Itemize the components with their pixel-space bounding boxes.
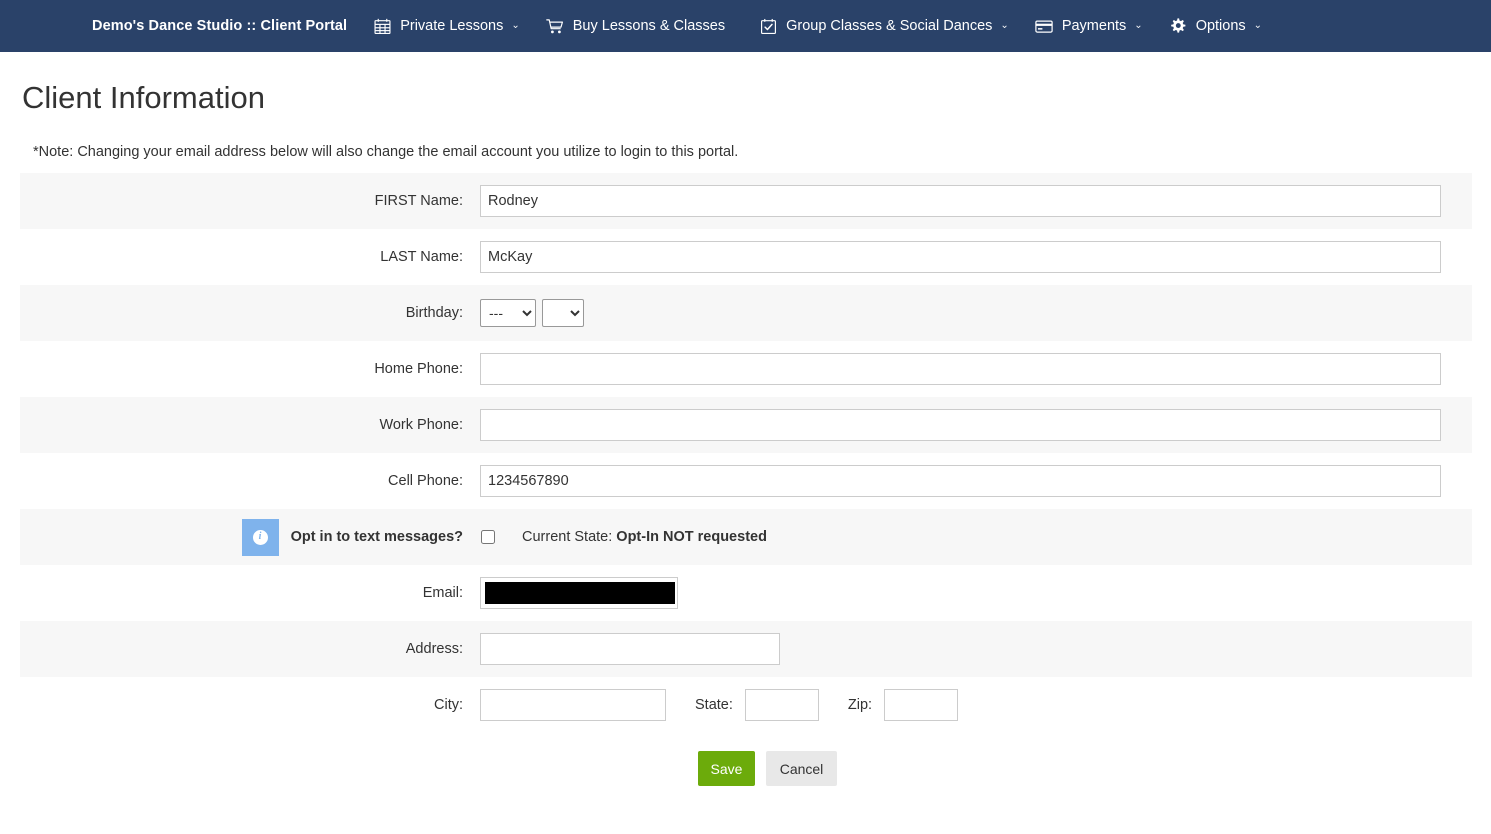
- form-row-last-name: LAST Name:: [20, 229, 1472, 285]
- form-actions: Save Cancel: [20, 751, 1472, 787]
- nav-item-payments[interactable]: Payments ⌄: [1035, 17, 1143, 35]
- top-navbar: Demo's Dance Studio :: Client Portal Pri…: [0, 0, 1491, 52]
- nav-item-label: Private Lessons: [400, 17, 504, 34]
- first-name-label: FIRST Name:: [374, 193, 463, 210]
- optin-state-prefix: Current State:: [522, 529, 617, 546]
- city-input[interactable]: [480, 689, 666, 722]
- nav-item-private-lessons[interactable]: Private Lessons ⌄: [373, 17, 520, 35]
- form-row-home-phone: Home Phone:: [20, 341, 1472, 397]
- optin-label: Opt in to text messages?: [290, 529, 463, 546]
- optin-state-value: Opt-In NOT requested: [616, 529, 767, 546]
- chevron-down-icon: ⌄: [511, 20, 520, 31]
- client-information-form: FIRST Name: LAST Name: Birthday: --- Hom…: [20, 173, 1472, 787]
- nav-item-group-classes-social-dances[interactable]: Group Classes & Social Dances ⌄: [759, 17, 1009, 35]
- nav-item-label: Payments: [1061, 17, 1127, 34]
- cell-phone-label: Cell Phone:: [388, 473, 463, 490]
- chevron-down-icon: ⌄: [1134, 20, 1143, 31]
- chevron-down-icon: ⌄: [1253, 20, 1263, 31]
- last-name-label: LAST Name:: [380, 249, 463, 266]
- zip-input[interactable]: [884, 689, 959, 722]
- city-label: City:: [434, 697, 463, 714]
- email-label: Email:: [422, 585, 463, 602]
- email-redaction-overlay: [485, 582, 675, 605]
- form-row-city-state-zip: City: State: Zip:: [20, 677, 1472, 733]
- nav-item-label: Buy Lessons & Classes: [572, 17, 726, 34]
- first-name-input[interactable]: [480, 185, 1441, 218]
- shopping-cart-icon: [545, 17, 564, 35]
- zip-label: Zip:: [847, 697, 873, 714]
- form-row-first-name: FIRST Name:: [20, 173, 1472, 230]
- credit-card-icon: [1035, 17, 1053, 35]
- work-phone-label: Work Phone:: [379, 417, 463, 434]
- info-icon-glyph: i: [252, 529, 268, 545]
- home-phone-input[interactable]: [480, 353, 1441, 386]
- save-button[interactable]: Save: [698, 751, 755, 787]
- cell-phone-input[interactable]: [480, 465, 1441, 498]
- optin-checkbox[interactable]: [481, 530, 495, 545]
- address-label: Address:: [405, 641, 463, 658]
- form-row-optin-text-messages: i Opt in to text messages? Current State…: [20, 509, 1472, 566]
- cancel-button[interactable]: Cancel: [766, 751, 837, 787]
- form-row-email: Email:: [20, 565, 1472, 621]
- birthday-day-select[interactable]: [542, 299, 584, 328]
- email-field-wrapper: [480, 577, 678, 610]
- optin-state-text: Current State: Opt-In NOT requested: [522, 529, 767, 545]
- form-row-cell-phone: Cell Phone:: [20, 453, 1472, 509]
- brand-title: Demo's Dance Studio :: Client Portal: [92, 18, 348, 34]
- chevron-down-icon: ⌄: [1000, 20, 1009, 31]
- state-input[interactable]: [744, 689, 819, 722]
- form-row-work-phone: Work Phone:: [20, 397, 1472, 454]
- state-label: State:: [695, 697, 733, 714]
- nav-item-label: Options: [1195, 17, 1246, 34]
- home-phone-label: Home Phone:: [374, 361, 463, 378]
- info-icon[interactable]: i: [241, 518, 279, 556]
- work-phone-input[interactable]: [480, 409, 1441, 442]
- form-row-birthday: Birthday: ---: [20, 285, 1472, 342]
- navbar-items: Private Lessons ⌄ Buy Lessons & Classes: [347, 17, 1262, 35]
- nav-item-label: Group Classes & Social Dances: [786, 17, 993, 34]
- last-name-input[interactable]: [480, 241, 1441, 274]
- page-title: Client Information: [22, 80, 265, 115]
- calendar-grid-icon: [373, 17, 391, 35]
- email-change-note: *Note: Changing your email address below…: [33, 144, 739, 161]
- birthday-month-select[interactable]: ---: [480, 299, 536, 328]
- form-row-address: Address:: [20, 621, 1472, 678]
- nav-item-options[interactable]: Options ⌄: [1169, 17, 1262, 35]
- address-input[interactable]: [480, 633, 780, 666]
- calendar-check-icon: [759, 17, 777, 35]
- birthday-label: Birthday:: [405, 305, 463, 322]
- gear-icon: [1169, 17, 1187, 35]
- nav-item-buy-lessons-classes[interactable]: Buy Lessons & Classes: [545, 17, 733, 35]
